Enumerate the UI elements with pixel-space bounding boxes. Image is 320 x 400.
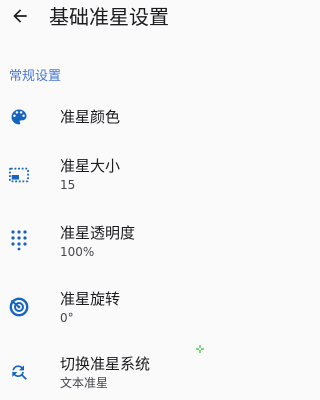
setting-title: 准星大小 bbox=[60, 157, 121, 175]
setting-item-size[interactable]: 准星大小 15 bbox=[0, 152, 307, 202]
crosshair-icon bbox=[196, 338, 204, 353]
setting-item-opacity[interactable]: 准星透明度 100% bbox=[0, 219, 307, 269]
setting-title: 切换准星系统 bbox=[60, 355, 151, 373]
top-app-bar: 基础准星设置 bbox=[0, 0, 307, 36]
size-icon bbox=[9, 165, 29, 185]
setting-summary: 0° bbox=[60, 311, 74, 325]
switch-system-icon bbox=[9, 362, 29, 382]
dots-grid-icon bbox=[9, 230, 29, 251]
back-button[interactable] bbox=[6, 4, 34, 32]
setting-summary: 15 bbox=[60, 178, 76, 192]
rotation-icon bbox=[9, 297, 29, 317]
setting-summary: 100% bbox=[60, 245, 95, 259]
palette-icon bbox=[9, 107, 29, 127]
setting-title: 准星旋转 bbox=[60, 290, 121, 308]
setting-item-color[interactable]: 准星颜色 bbox=[0, 92, 307, 142]
arrow-back-icon bbox=[10, 6, 30, 30]
page-title: 基础准星设置 bbox=[49, 5, 169, 29]
setting-title: 准星颜色 bbox=[60, 108, 121, 126]
setting-title: 准星透明度 bbox=[60, 224, 136, 242]
setting-item-switch-system[interactable]: 切换准星系统 文本准星 bbox=[0, 350, 307, 400]
section-header-general: 常规设置 bbox=[9, 69, 62, 84]
setting-item-rotation[interactable]: 准星旋转 0° bbox=[0, 285, 307, 335]
setting-summary: 文本准星 bbox=[60, 376, 109, 390]
